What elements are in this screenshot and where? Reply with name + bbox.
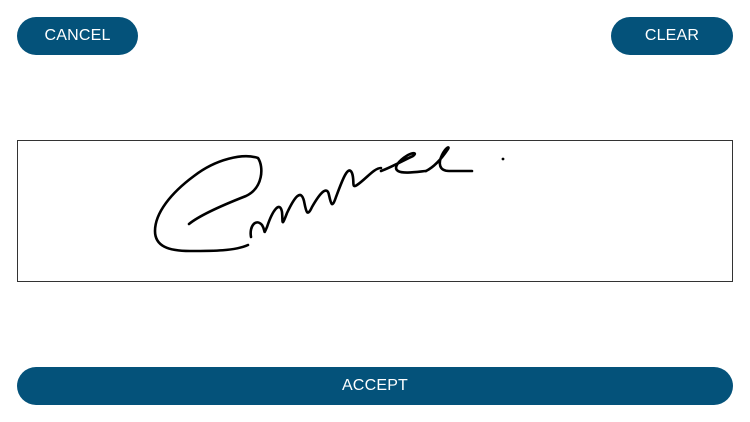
- accept-button[interactable]: ACCEPT: [17, 367, 733, 405]
- signature-stroke: [424, 146, 474, 173]
- cancel-button[interactable]: CANCEL: [17, 17, 138, 55]
- signature-stroke: [153, 154, 263, 253]
- signature-drawing: [153, 146, 505, 253]
- signature-stroke: [379, 151, 428, 174]
- clear-button[interactable]: CLEAR: [611, 17, 733, 55]
- signature-dot: [501, 157, 505, 161]
- signature-pad[interactable]: [17, 140, 733, 282]
- signature-stroke: [249, 166, 383, 239]
